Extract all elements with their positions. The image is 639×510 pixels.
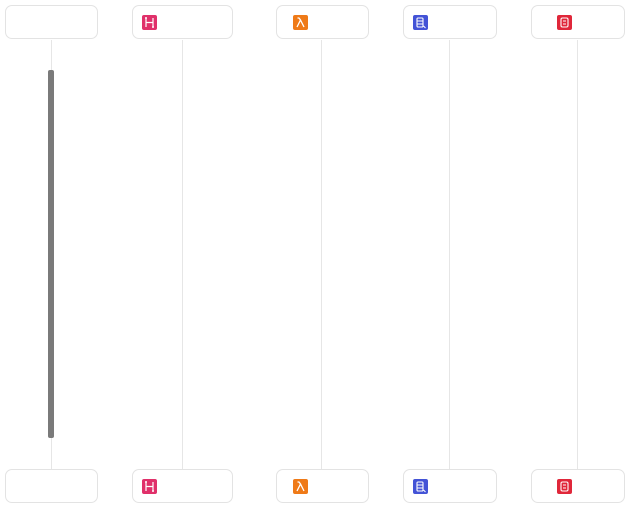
cache-icon xyxy=(557,15,572,30)
lifeline-p4 xyxy=(449,40,450,469)
participant-box-p2-top[interactable] xyxy=(132,5,233,39)
rds-database-icon xyxy=(413,479,428,494)
lambda-icon-graphic xyxy=(293,15,308,30)
lifeline-p2 xyxy=(182,40,183,469)
participant-box-p1-top[interactable] xyxy=(5,5,98,39)
load-balancer-icon-graphic xyxy=(142,15,157,30)
participant-box-p3-bottom[interactable] xyxy=(276,469,369,503)
participant-box-p4-bottom[interactable] xyxy=(403,469,497,503)
participant-box-p5-bottom[interactable] xyxy=(531,469,625,503)
load-balancer-icon-graphic xyxy=(142,479,157,494)
lambda-icon xyxy=(293,479,308,494)
load-balancer-icon xyxy=(142,15,157,30)
cache-icon-graphic xyxy=(557,479,572,494)
participant-box-p5-top[interactable] xyxy=(531,5,625,39)
participant-box-p2-bottom[interactable] xyxy=(132,469,233,503)
lifeline-p5 xyxy=(577,40,578,469)
activation-bar xyxy=(48,70,54,438)
cache-icon xyxy=(557,479,572,494)
participant-box-p3-top[interactable] xyxy=(276,5,369,39)
rds-database-icon-graphic xyxy=(413,479,428,494)
participant-box-p1-bottom[interactable] xyxy=(5,469,98,503)
rds-database-icon-graphic xyxy=(413,15,428,30)
lifeline-p3 xyxy=(321,40,322,469)
rds-database-icon xyxy=(413,15,428,30)
participant-box-p4-top[interactable] xyxy=(403,5,497,39)
cache-icon-graphic xyxy=(557,15,572,30)
load-balancer-icon xyxy=(142,479,157,494)
lambda-icon xyxy=(293,15,308,30)
lambda-icon-graphic xyxy=(293,479,308,494)
